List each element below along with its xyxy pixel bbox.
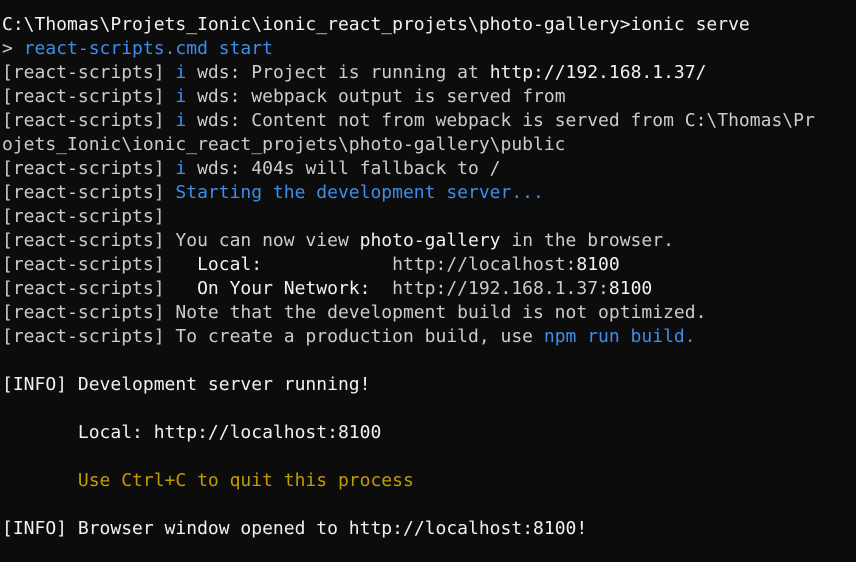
- info-tag: [INFO]: [2, 518, 78, 539]
- log-message: Project is running at: [251, 62, 489, 83]
- log-line-starting: [react-scripts] Starting the development…: [2, 181, 815, 205]
- log-tag: [react-scripts]: [2, 230, 175, 251]
- log-message: webpack output is served from: [251, 86, 565, 107]
- blank-line: [2, 445, 815, 469]
- wds-tag: wds:: [186, 62, 251, 83]
- log-message-suffix: .: [685, 326, 696, 347]
- app-name: photo-gallery: [360, 230, 501, 251]
- local-label: Local:: [175, 254, 392, 275]
- network-label: On Your Network:: [175, 278, 392, 299]
- starting-message: Starting the development server...: [175, 182, 543, 203]
- network-url-full[interactable]: http://192.168.1.37:: [392, 278, 609, 299]
- terminal-output: C:\Thomas\Pr ojets_Ionic\ionic_react_proj…: [2, 13, 815, 541]
- local-port: 8100: [576, 254, 619, 275]
- network-port: 8100: [609, 278, 652, 299]
- info-local-url[interactable]: http://localhost:8100: [154, 422, 382, 443]
- info-local-label: Local:: [78, 422, 154, 443]
- local-url[interactable]: http://localhost:: [392, 254, 576, 275]
- log-tag: [react-scripts]: [2, 302, 175, 323]
- log-line-production: [react-scripts] To create a production b…: [2, 325, 815, 349]
- server-running-message: Development server running!: [78, 374, 371, 395]
- indent: [2, 470, 78, 491]
- prompt-path: C:\Thomas\Projets_Ionic\ionic_react_proj…: [2, 14, 631, 35]
- blank-line: [2, 349, 815, 373]
- log-tag: [react-scripts]: [2, 86, 175, 107]
- browser-message: Browser window opened to: [78, 518, 349, 539]
- info-icon: i: [175, 110, 186, 131]
- browser-suffix: !: [576, 518, 587, 539]
- log-message: You can now view: [175, 230, 359, 251]
- log-tag: [react-scripts]: [2, 206, 175, 227]
- log-line-webpack-output: [react-scripts] i wds: webpack output …: [2, 85, 815, 109]
- wds-tag: wds:: [186, 158, 251, 179]
- blank-line: [2, 493, 815, 517]
- terminal-window[interactable]: C:\Thomas\Pr ojets_Ionic\ionic_react_proj…: [0, 0, 856, 562]
- log-line-empty: [react-scripts]: [2, 205, 815, 229]
- log-message: Note that the development build is not o…: [175, 302, 706, 323]
- info-icon: i: [175, 62, 186, 83]
- browser-url[interactable]: http://localhost:8100: [349, 518, 577, 539]
- info-line-local: Local: http://localhost:8100: [2, 421, 815, 445]
- log-line-project-running: [react-scripts] i wds: Project is runn…: [2, 61, 815, 85]
- log-tag: [react-scripts]: [2, 110, 175, 131]
- log-line-network: [react-scripts] On Your Network: http://…: [2, 277, 815, 301]
- wds-tag: wds:: [186, 110, 251, 131]
- chevron-right-icon: >: [2, 38, 24, 59]
- prompt-command: ionic serve: [631, 14, 750, 35]
- prompt-line: C:\Thomas\Projets_Ionic\ionic_react_proj…: [2, 13, 815, 37]
- log-line-fallback: [react-scripts] i wds: 404s will fallb…: [2, 157, 815, 181]
- blank-line: [2, 397, 815, 421]
- log-message: To create a production build, use: [175, 326, 543, 347]
- content-path-start: C:\Thomas\Pr: [685, 110, 815, 131]
- log-message: Content not from webpack is served from: [251, 110, 684, 131]
- log-tag: [react-scripts]: [2, 182, 175, 203]
- log-line-local: [react-scripts] Local: http://localhost:…: [2, 253, 815, 277]
- info-icon: i: [175, 158, 186, 179]
- build-command: npm run build: [544, 326, 685, 347]
- log-line-view: [react-scripts] You can now view photo-g…: [2, 229, 815, 253]
- log-tag: [react-scripts]: [2, 278, 175, 299]
- log-tag: [react-scripts]: [2, 158, 175, 179]
- info-line-server-running: [INFO] Development server running!: [2, 373, 815, 397]
- log-tag: [react-scripts]: [2, 62, 175, 83]
- log-line-content-path: [react-scripts] i wds: Content not fro…: [2, 109, 815, 133]
- info-line-browser: [INFO] Browser window opened to http://l…: [2, 517, 815, 541]
- log-line-note: [react-scripts] Note that the developmen…: [2, 301, 815, 325]
- indent: [2, 422, 78, 443]
- log-message: 404s will fallback to /: [251, 158, 500, 179]
- log-tag: [react-scripts]: [2, 326, 175, 347]
- info-icon: i: [175, 86, 186, 107]
- wds-tag: wds:: [186, 86, 251, 107]
- quit-hint: Use Ctrl+C to quit this process: [78, 470, 414, 491]
- subcommand-line: > react-scripts.cmd start: [2, 37, 815, 61]
- log-line-content-path-wrap: ojets_Ionic\ionic_react_projets\photo-ga…: [2, 133, 815, 157]
- subcommand-text: react-scripts.cmd start: [24, 38, 273, 59]
- network-url: http://192.168.1.37/: [490, 62, 707, 83]
- info-tag: [INFO]: [2, 374, 78, 395]
- log-tag: [react-scripts]: [2, 254, 175, 275]
- log-message: in the browser.: [501, 230, 674, 251]
- content-path-end: ojets_Ionic\ionic_react_projets\photo-ga…: [2, 134, 566, 155]
- info-line-quit: Use Ctrl+C to quit this process: [2, 469, 815, 493]
